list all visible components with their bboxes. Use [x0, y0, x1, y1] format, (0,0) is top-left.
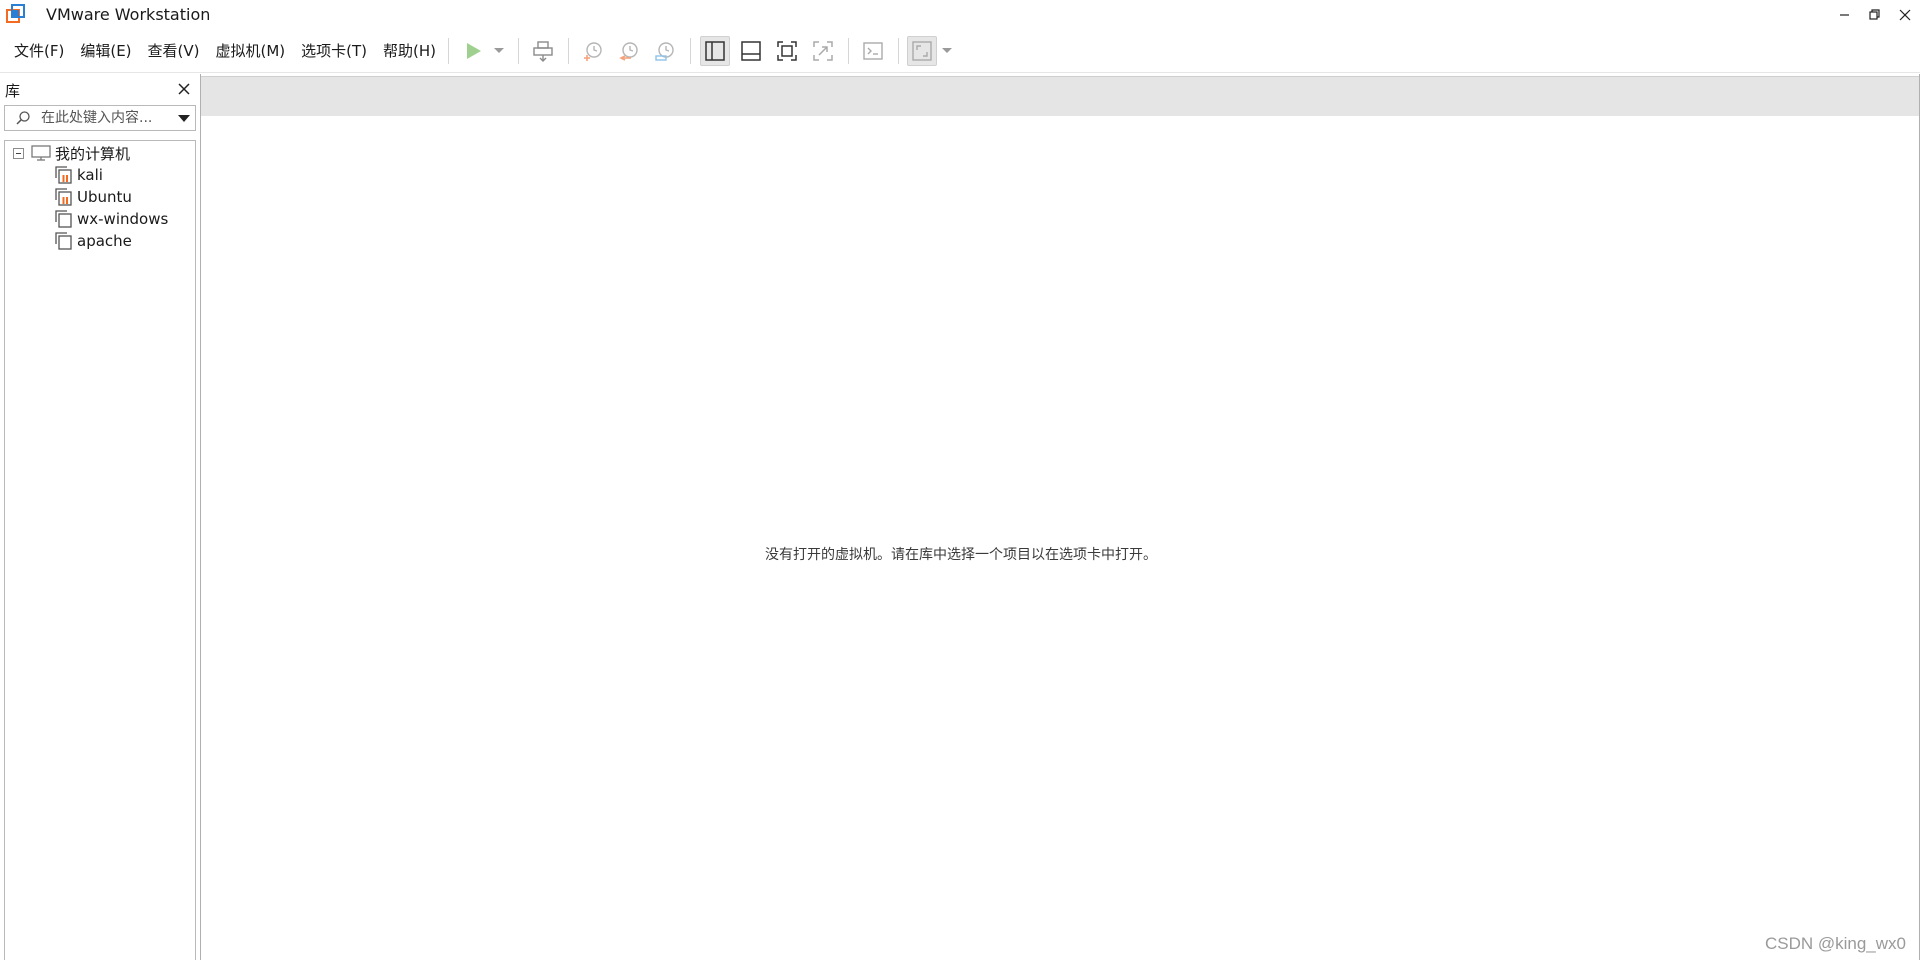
- snapshot-manager-button[interactable]: [650, 36, 680, 66]
- toolbar-separator: [518, 38, 519, 64]
- toolbar-separator: [690, 38, 691, 64]
- tree-item-vm[interactable]: apache: [53, 230, 132, 252]
- revert-snapshot-button[interactable]: [614, 36, 644, 66]
- library-title: 库: [5, 82, 21, 100]
- toolbar-separator: [848, 38, 849, 64]
- show-library-button[interactable]: [700, 36, 730, 66]
- empty-state-message: 没有打开的虚拟机。请在库中选择一个项目以在选项卡中打开。: [765, 547, 1157, 563]
- menu-edit[interactable]: 编辑(E): [72, 40, 139, 62]
- stretch-guest-icon: [912, 41, 932, 61]
- vm-paused-icon: [55, 166, 72, 184]
- power-on-icon: [467, 43, 481, 59]
- tree-item-my-computer[interactable]: 我的计算机: [31, 142, 130, 164]
- library-close-button[interactable]: [175, 80, 193, 98]
- library-panel: 库 我的计算机: [0, 74, 200, 960]
- library-search-input[interactable]: [41, 109, 171, 127]
- restore-button[interactable]: [1860, 0, 1890, 29]
- toolbar-separator: [568, 38, 569, 64]
- search-icon: [16, 111, 30, 125]
- search-dropdown-arrow[interactable]: [178, 115, 190, 122]
- tree-item-label: apache: [77, 232, 132, 250]
- tree-item-label: wx-windows: [77, 210, 169, 228]
- show-library-icon: [705, 41, 725, 61]
- menu-file[interactable]: 文件(F): [6, 40, 72, 62]
- tree-collapse-toggle[interactable]: [13, 148, 24, 159]
- vm-icon: [55, 210, 72, 228]
- menu-toolbar: 文件(F) 编辑(E) 查看(V) 虚拟机(M) 选项卡(T) 帮助(H): [0, 29, 1920, 73]
- show-thumbnail-bar-button[interactable]: [736, 36, 766, 66]
- send-ctrl-alt-del-button[interactable]: [528, 36, 558, 66]
- full-screen-icon: [777, 41, 797, 61]
- stretch-guest-button[interactable]: [907, 36, 937, 66]
- menu-view[interactable]: 查看(V): [140, 40, 208, 62]
- tree-item-vm[interactable]: Ubuntu: [53, 186, 132, 208]
- take-snapshot-button[interactable]: [578, 36, 608, 66]
- vm-icon: [55, 232, 72, 250]
- snapshot-manager-icon: [655, 42, 674, 61]
- restore-icon: [1869, 8, 1880, 20]
- tree-item-label: Ubuntu: [77, 188, 132, 206]
- unity-button[interactable]: [808, 36, 838, 66]
- console-view-icon: [863, 42, 883, 60]
- minimize-button[interactable]: [1830, 0, 1860, 29]
- revert-snapshot-icon: [619, 42, 638, 61]
- window-controls: [1830, 0, 1920, 29]
- vmware-logo-icon: [6, 4, 25, 23]
- menu-help[interactable]: 帮助(H): [375, 40, 444, 62]
- vm-paused-icon: [55, 188, 72, 206]
- minimize-icon: [1840, 13, 1849, 16]
- close-icon: [178, 83, 190, 95]
- console-view-button[interactable]: [858, 36, 888, 66]
- take-snapshot-icon: [584, 42, 602, 61]
- menu-bar: 文件(F) 编辑(E) 查看(V) 虚拟机(M) 选项卡(T) 帮助(H): [6, 40, 444, 62]
- main-workspace: 没有打开的虚拟机。请在库中选择一个项目以在选项卡中打开。: [200, 74, 1920, 960]
- menu-vm[interactable]: 虚拟机(M): [208, 40, 294, 62]
- tree-item-vm[interactable]: wx-windows: [53, 208, 168, 230]
- window-title: VMware Workstation: [46, 5, 211, 24]
- library-tree: 我的计算机 kali Ubuntu wx-windows apache: [4, 140, 196, 960]
- computer-icon: [31, 145, 51, 161]
- title-bar: VMware Workstation: [0, 0, 1920, 29]
- close-button[interactable]: [1890, 0, 1920, 29]
- full-screen-button[interactable]: [772, 36, 802, 66]
- tab-strip: [201, 76, 1919, 116]
- tree-item-label: kali: [77, 166, 103, 184]
- library-search-box: [4, 105, 196, 131]
- menu-tabs[interactable]: 选项卡(T): [293, 40, 375, 62]
- toolbar-separator: [448, 38, 449, 64]
- watermark: CSDN @king_wx0: [1764, 934, 1906, 953]
- show-thumbnail-bar-icon: [741, 41, 761, 61]
- unity-icon: [813, 41, 833, 61]
- library-header: 库: [0, 74, 200, 104]
- power-dropdown-arrow[interactable]: [494, 48, 504, 53]
- close-icon: [1899, 9, 1911, 20]
- stretch-dropdown-arrow[interactable]: [942, 48, 952, 53]
- tree-item-label: 我的计算机: [55, 144, 131, 163]
- power-on-button[interactable]: [458, 36, 488, 66]
- send-ctrl-alt-del-icon: [533, 41, 553, 62]
- toolbar-separator: [898, 38, 899, 64]
- tree-item-vm[interactable]: kali: [53, 164, 103, 186]
